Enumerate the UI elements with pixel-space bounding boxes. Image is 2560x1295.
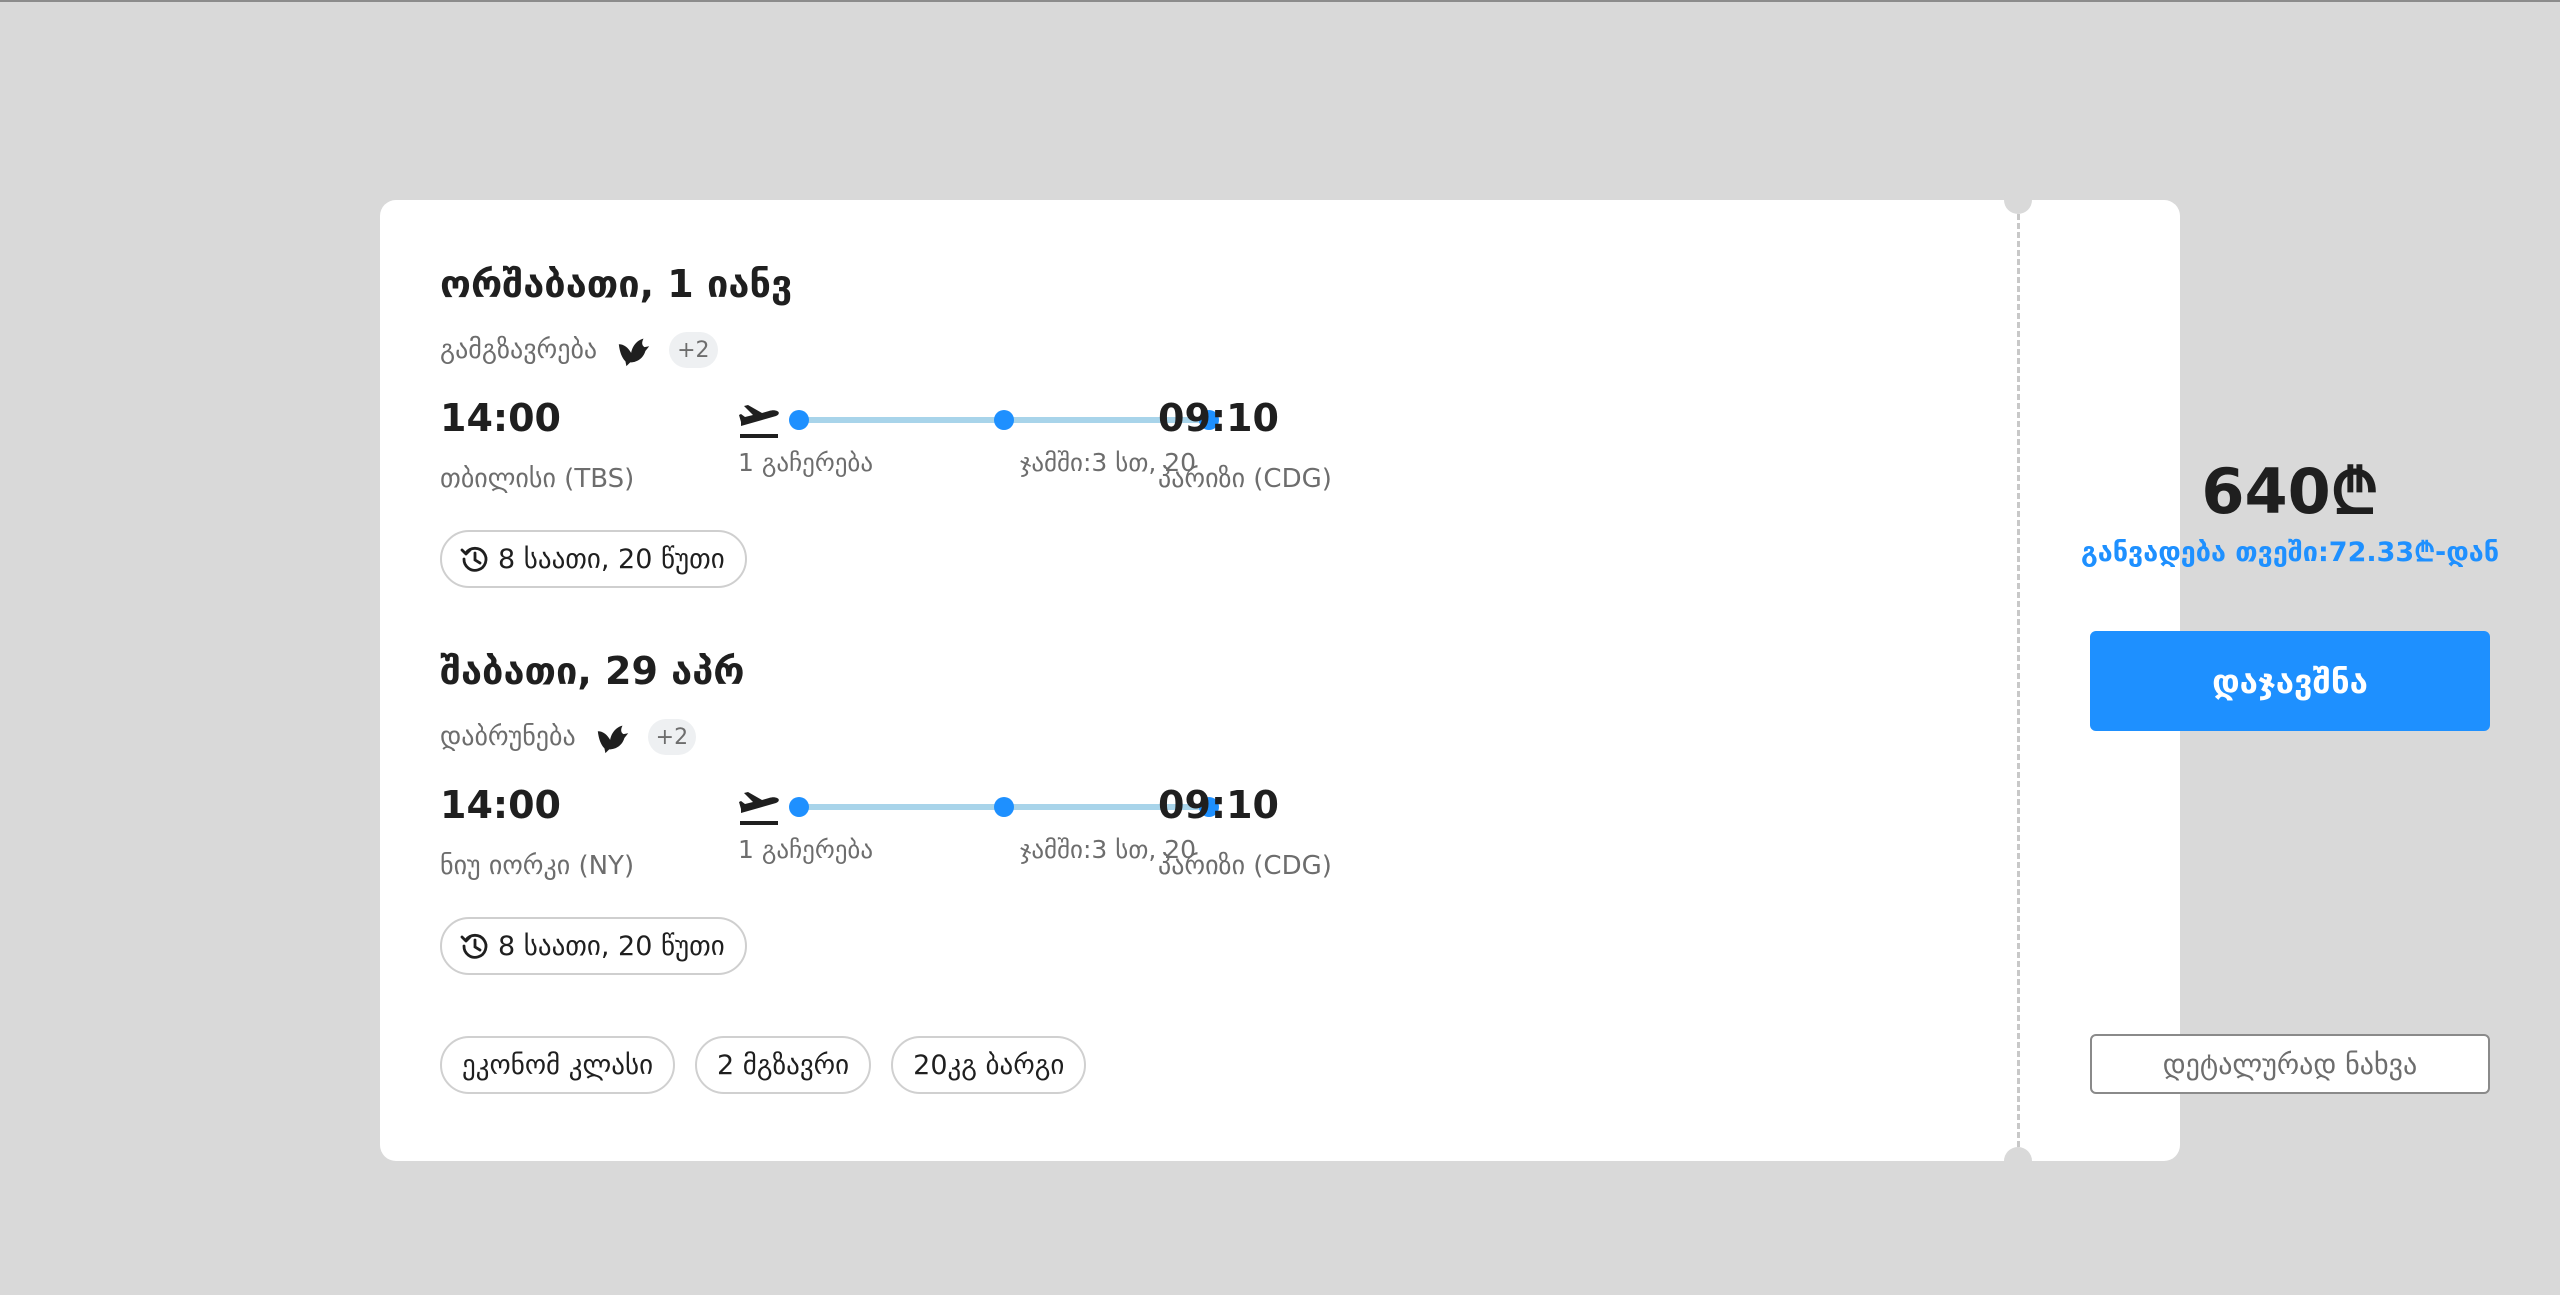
details-button[interactable]: დეტალურად ნახვა — [2090, 1034, 2490, 1094]
ticket-divider — [2017, 214, 2020, 1147]
leg-date: შაბათი, 29 აპრ — [440, 649, 745, 693]
more-airlines-badge[interactable]: +2 — [647, 719, 697, 755]
direction-label: გამგზავრება — [440, 335, 598, 365]
departure-city: ნიუ იორკი (NY) — [440, 851, 635, 881]
tag-class: ეკონომ კლასი — [440, 1036, 676, 1094]
duration-text: 8 საათი, 20 წუთი — [498, 930, 725, 962]
inbound-leg: შაბათი, 29 აპრ დაბრუნება +2 14:00 ნიუ იო… — [440, 649, 1920, 979]
arrival-time: 09:10 — [1158, 783, 1279, 827]
tag-baggage: 20კგ ბარგი — [891, 1036, 1087, 1094]
price: 640₾ — [2201, 455, 2379, 528]
flight-ticket-card: ორშაბათი, 1 იანვ გამგზავრება +2 14:00 თბ… — [380, 186, 2499, 1175]
tag-passengers: 2 მგზავრი — [695, 1036, 872, 1094]
plane-departure-icon — [739, 405, 779, 438]
bird-icon — [597, 725, 628, 754]
bird-icon — [618, 338, 650, 367]
ticket-tags: ეკონომ კლასი 2 მგზავრი 20კგ ბარგი — [440, 1036, 1087, 1094]
arrival-time: 09:10 — [1158, 396, 1279, 440]
clock-history-icon — [460, 546, 488, 572]
departure-city: თბილისი (TBS) — [440, 464, 635, 494]
duration-text: 8 საათი, 20 წუთი — [498, 543, 725, 575]
stops-label: 1 გაჩერება — [738, 835, 874, 864]
more-airlines-badge[interactable]: +2 — [669, 332, 718, 368]
airline-row: დაბრუნება +2 — [440, 717, 697, 757]
airline-row: გამგზავრება +2 — [440, 330, 718, 370]
ticket-notch-top — [2004, 186, 2032, 214]
outbound-leg: ორშაბათი, 1 იანვ გამგზავრება +2 14:00 თბ… — [440, 262, 1920, 592]
direction-label: დაბრუნება — [440, 722, 576, 752]
route-start-dot — [789, 410, 809, 430]
plane-departure-icon — [739, 792, 779, 825]
duration-pill: 8 საათი, 20 წუთი — [440, 530, 747, 588]
route-start-dot — [789, 797, 809, 817]
departure-time: 14:00 — [440, 396, 561, 440]
top-border — [0, 0, 2560, 2]
arrival-city: პარიზი (CDG) — [1158, 464, 1332, 494]
installment-link[interactable]: განვადება თვეში:72.33₾-დან — [2020, 532, 2560, 569]
duration-pill: 8 საათი, 20 წუთი — [440, 917, 747, 975]
ticket-notch-bottom — [2004, 1147, 2032, 1175]
book-button[interactable]: დაჯავშნა — [2090, 631, 2490, 731]
clock-history-icon — [460, 933, 488, 959]
route-stop-dot — [994, 410, 1014, 430]
route-stop-dot — [994, 797, 1014, 817]
stops-label: 1 გაჩერება — [738, 448, 874, 477]
departure-time: 14:00 — [440, 783, 561, 827]
arrival-city: პარიზი (CDG) — [1158, 851, 1332, 881]
leg-date: ორშაბათი, 1 იანვ — [440, 262, 793, 306]
